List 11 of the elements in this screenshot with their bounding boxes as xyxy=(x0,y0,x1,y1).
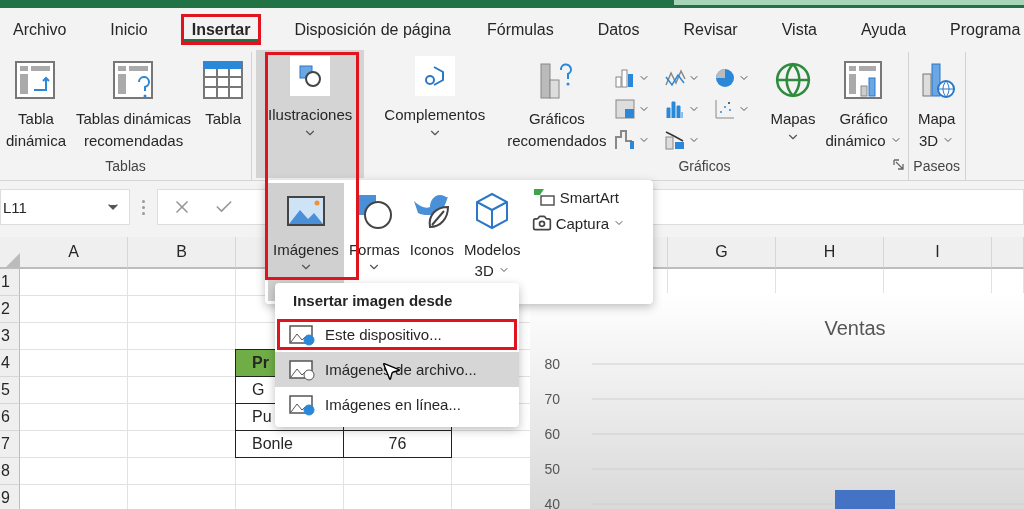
axis-label: 70 xyxy=(544,391,560,407)
chart-title: Ventas xyxy=(824,317,886,339)
axis-label: 80 xyxy=(544,356,560,372)
table-cell: Bonle xyxy=(235,430,344,458)
group-label: Gráficos xyxy=(677,158,732,176)
axis-label: 50 xyxy=(544,461,560,477)
table-cell: 76 xyxy=(343,430,452,458)
group-label: Paseos xyxy=(912,158,961,176)
axis-label: 60 xyxy=(544,426,560,442)
group-label: Tablas xyxy=(104,158,147,176)
axis-label: 40 xyxy=(544,496,560,509)
